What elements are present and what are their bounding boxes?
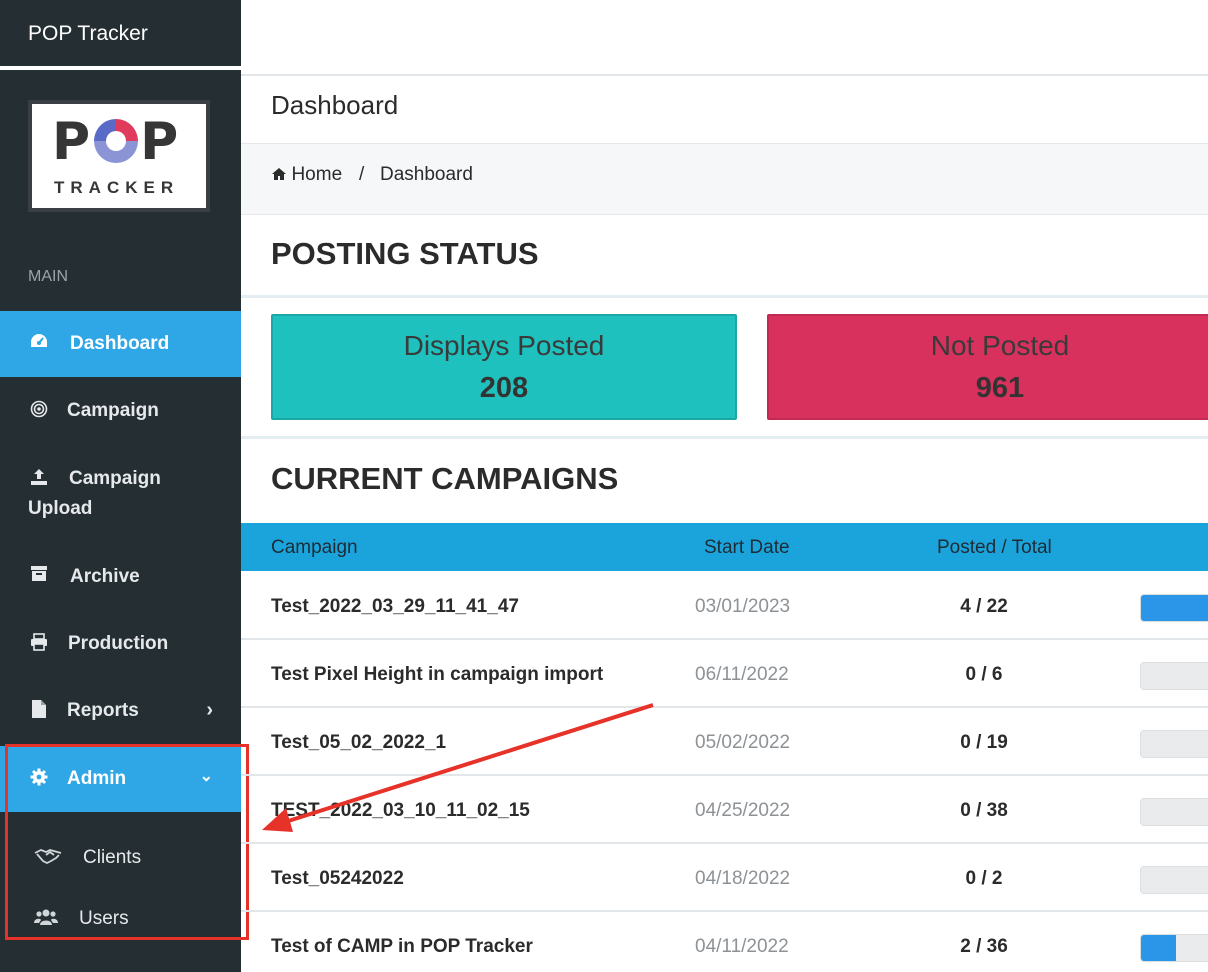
page: POP Tracker PP TRACKER MAIN Dashboard Ca… bbox=[0, 0, 1208, 972]
annotation-arrow bbox=[262, 703, 654, 832]
